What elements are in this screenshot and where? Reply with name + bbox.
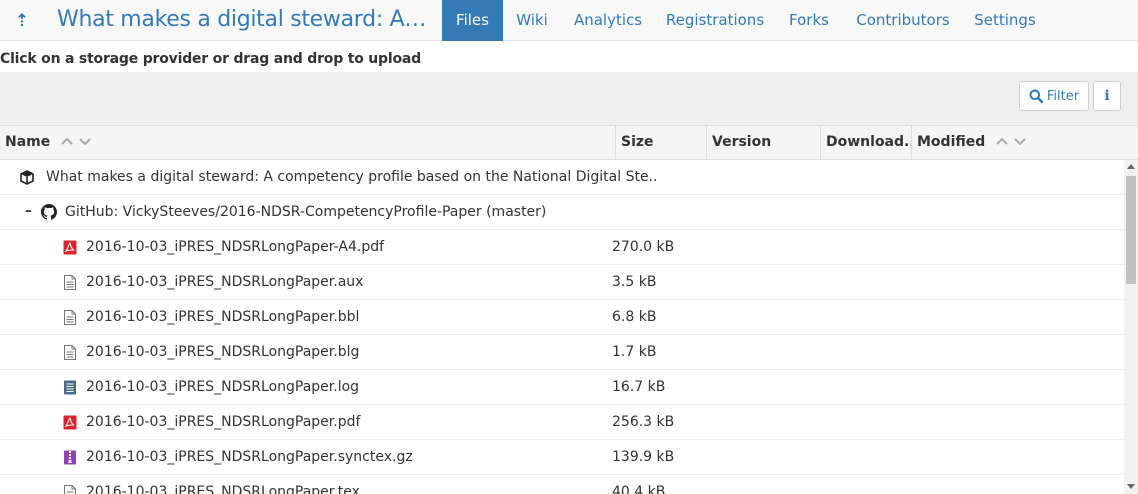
file-name: 2016-10-03_iPRES_NDSRLongPaper.blg xyxy=(86,344,360,360)
column-header-name[interactable]: Name xyxy=(0,126,616,160)
filter-label: Filter xyxy=(1046,88,1080,104)
level-up-icon: ⇡ xyxy=(14,10,30,30)
tab-settings[interactable]: Settings xyxy=(968,0,1042,41)
sort-arrows-icon[interactable] xyxy=(61,127,93,159)
tab-forks[interactable]: Forks xyxy=(782,0,836,41)
file-size: 16.7 kB xyxy=(612,379,666,395)
github-icon xyxy=(41,204,57,220)
project-name: What makes a digital steward: A competen… xyxy=(46,169,658,185)
filter-button[interactable]: Filter xyxy=(1019,81,1089,111)
column-header-downloads[interactable]: Download... xyxy=(821,126,912,160)
project-title-link[interactable]: What makes a digital steward: A competen… xyxy=(57,6,432,34)
provider-name: GitHub: VickySteeves/2016-NDSR-Competenc… xyxy=(65,204,547,220)
file-name: 2016-10-03_iPRES_NDSRLongPaper.aux xyxy=(86,274,364,290)
file-size: 40.4 kB xyxy=(612,484,666,494)
project-row[interactable]: What makes a digital steward: A competen… xyxy=(0,160,1124,195)
scroll-down-arrow-icon[interactable] xyxy=(1127,484,1135,489)
cube-icon xyxy=(20,170,34,185)
vertical-scrollbar[interactable] xyxy=(1124,160,1138,494)
file-row[interactable]: 2016-10-03_iPRES_NDSRLongPaper.tex 40.4 … xyxy=(0,475,1124,494)
file-toolbar: Filter i xyxy=(0,72,1138,126)
search-icon xyxy=(1029,89,1043,103)
info-button[interactable]: i xyxy=(1093,81,1121,111)
file-size: 1.7 kB xyxy=(612,344,657,360)
scroll-up-arrow-icon[interactable] xyxy=(1127,164,1135,169)
tab-registrations[interactable]: Registrations xyxy=(660,0,770,41)
file-size: 270.0 kB xyxy=(612,239,675,255)
collapse-toggle[interactable]: – xyxy=(25,195,32,228)
project-navbar: ⇡ What makes a digital steward: A compet… xyxy=(0,0,1138,41)
upload-hint: Click on a storage provider or drag and … xyxy=(0,51,421,67)
file-name: 2016-10-03_iPRES_NDSRLongPaper.synctex.g… xyxy=(86,449,413,465)
column-header-version[interactable]: Version xyxy=(707,126,821,160)
tab-files[interactable]: Files xyxy=(442,0,503,41)
provider-row[interactable]: – GitHub: VickySteeves/2016-NDSR-Compete… xyxy=(0,195,1124,230)
scroll-thumb[interactable] xyxy=(1126,176,1136,284)
file-row[interactable]: 2016-10-03_iPRES_NDSRLongPaper.blg 1.7 k… xyxy=(0,335,1124,370)
pdf-file-icon xyxy=(63,240,77,255)
file-size: 6.8 kB xyxy=(612,309,657,325)
pdf-file-icon xyxy=(63,415,77,430)
text-file-icon xyxy=(64,485,76,494)
file-row[interactable]: 2016-10-03_iPRES_NDSRLongPaper.pdf 256.3… xyxy=(0,405,1124,440)
file-row[interactable]: 2016-10-03_iPRES_NDSRLongPaper.synctex.g… xyxy=(0,440,1124,475)
log-file-icon xyxy=(64,380,76,395)
archive-file-icon xyxy=(64,450,76,465)
column-header-size[interactable]: Size xyxy=(616,126,707,160)
file-name: 2016-10-03_iPRES_NDSRLongPaper.pdf xyxy=(86,414,361,430)
file-name: 2016-10-03_iPRES_NDSRLongPaper-A4.pdf xyxy=(86,239,385,255)
sort-arrows-icon[interactable] xyxy=(996,127,1028,159)
column-modified-label: Modified xyxy=(917,134,986,150)
text-file-icon xyxy=(64,310,76,325)
file-table-header: Name Size Version Download... Modified xyxy=(0,126,1138,160)
column-name-label: Name xyxy=(5,134,51,150)
file-size: 139.9 kB xyxy=(612,449,675,465)
column-header-modified[interactable]: Modified xyxy=(912,126,1138,160)
file-size: 256.3 kB xyxy=(612,414,675,430)
info-icon: i xyxy=(1104,88,1110,104)
file-row[interactable]: 2016-10-03_iPRES_NDSRLongPaper.bbl 6.8 k… xyxy=(0,300,1124,335)
tab-contributors[interactable]: Contributors xyxy=(850,0,956,41)
tab-analytics[interactable]: Analytics xyxy=(566,0,650,41)
file-name: 2016-10-03_iPRES_NDSRLongPaper.tex xyxy=(86,484,360,494)
level-up-button[interactable]: ⇡ xyxy=(0,0,44,41)
file-name: 2016-10-03_iPRES_NDSRLongPaper.log xyxy=(86,379,360,395)
tab-wiki[interactable]: Wiki xyxy=(503,0,561,41)
text-file-icon xyxy=(64,275,76,290)
file-size: 3.5 kB xyxy=(612,274,657,290)
file-row[interactable]: 2016-10-03_iPRES_NDSRLongPaper-A4.pdf 27… xyxy=(0,230,1124,265)
file-tree: What makes a digital steward: A competen… xyxy=(0,160,1124,494)
file-row[interactable]: 2016-10-03_iPRES_NDSRLongPaper.log 16.7 … xyxy=(0,370,1124,405)
file-row[interactable]: 2016-10-03_iPRES_NDSRLongPaper.aux 3.5 k… xyxy=(0,265,1124,300)
text-file-icon xyxy=(64,345,76,360)
file-name: 2016-10-03_iPRES_NDSRLongPaper.bbl xyxy=(86,309,360,325)
